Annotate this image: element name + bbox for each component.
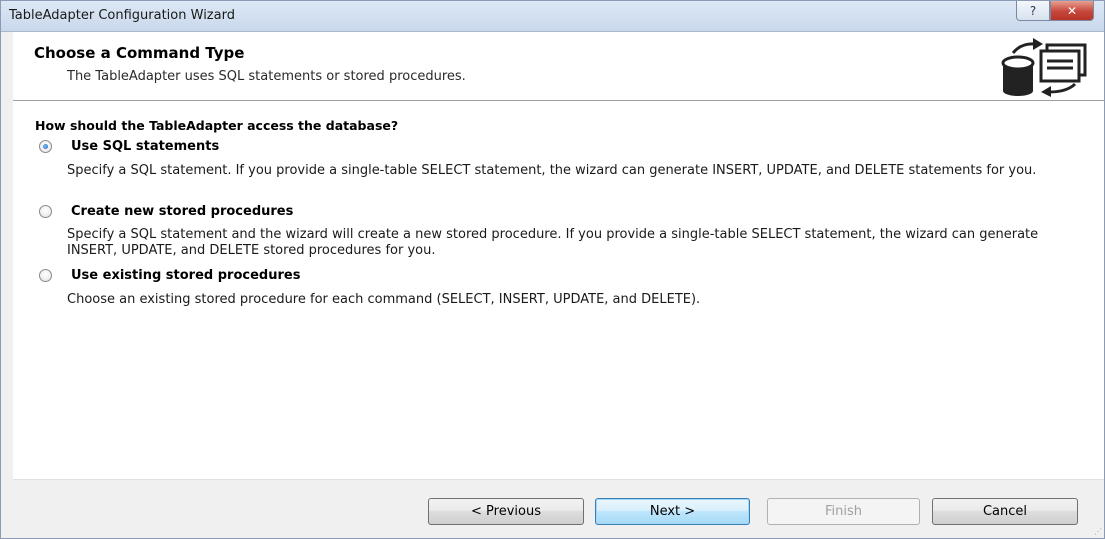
close-icon: ✕ [1066,3,1078,18]
previous-button[interactable]: < Previous [428,498,584,525]
option-label: Use SQL statements [71,139,220,154]
page-title: Choose a Command Type [34,44,245,62]
option-description: Specify a SQL statement and the wizard w… [67,227,1039,258]
option-description: Specify a SQL statement. If you provide … [67,163,1037,178]
option-label: Use existing stored procedures [71,268,301,283]
option-use-existing-stored-procedures[interactable]: Use existing stored procedures [39,268,300,283]
title-bar[interactable]: TableAdapter Configuration Wizard ? ✕ [1,1,1104,32]
radio-use-existing-stored-procedures[interactable] [39,269,52,282]
help-button[interactable]: ? [1016,1,1050,21]
option-create-new-stored-procedures[interactable]: Create new stored procedures [39,204,293,219]
option-label: Create new stored procedures [71,204,294,219]
left-strip [1,32,13,538]
cancel-button[interactable]: Cancel [932,498,1078,525]
help-icon: ? [1029,3,1037,18]
finish-button: Finish [767,498,920,525]
resize-grip-icon[interactable]: ⋰ [1094,528,1102,536]
wizard-window: TableAdapter Configuration Wizard ? ✕ Ch… [0,0,1105,539]
option-use-sql-statements[interactable]: Use SQL statements [39,139,219,154]
page-subtitle: The TableAdapter uses SQL statements or … [67,69,466,84]
next-button[interactable]: Next > [595,498,750,525]
radio-use-sql-statements[interactable] [39,140,52,153]
question-label: How should the TableAdapter access the d… [35,118,399,133]
database-exchange-icon [1001,38,1087,97]
close-button[interactable]: ✕ [1050,1,1094,21]
radio-create-new-stored-procedures[interactable] [39,205,52,218]
wizard-header [13,32,1104,99]
option-description: Choose an existing stored procedure for … [67,292,701,307]
header-divider [13,100,1104,102]
window-title: TableAdapter Configuration Wizard [9,8,235,23]
